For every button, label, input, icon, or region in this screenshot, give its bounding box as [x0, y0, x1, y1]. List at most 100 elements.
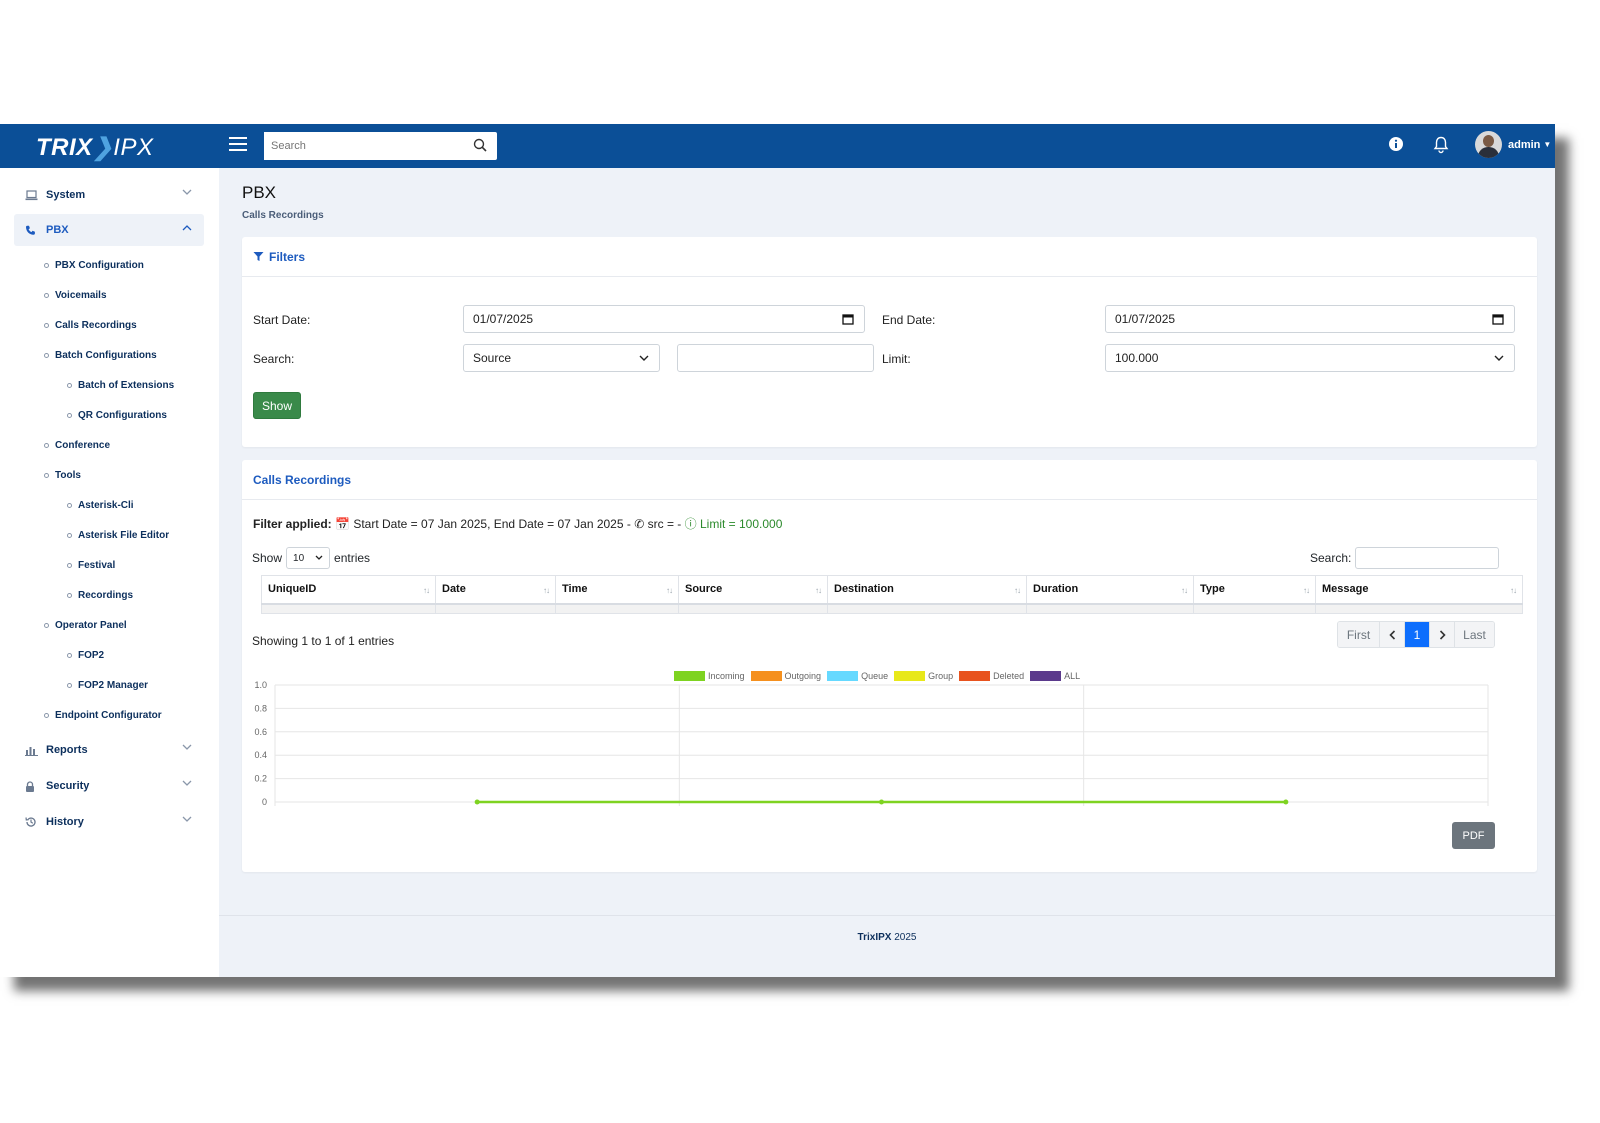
- sidebar-item-pbx[interactable]: PBX: [14, 214, 204, 246]
- recordings-table: UniqueID ↑↓ Date ↑↓ Time ↑↓ Source ↑↓ Destin…: [261, 575, 1523, 614]
- column-header[interactable]: Type ↑↓: [1193, 575, 1316, 605]
- sidebar-item-festival[interactable]: Festival: [67, 560, 115, 571]
- end-date-label: End Date:: [882, 313, 936, 327]
- legend-item[interactable]: ALL: [1030, 671, 1080, 681]
- breadcrumb: Calls Recordings: [242, 210, 324, 221]
- sidebar-item-batch-configurations[interactable]: Batch Configurations: [44, 350, 157, 361]
- entries-select[interactable]: 10: [286, 547, 331, 569]
- sidebar-item-operator-panel[interactable]: Operator Panel: [44, 620, 127, 631]
- legend-item[interactable]: Incoming: [674, 671, 745, 681]
- sidebar-item-batch-of-extensions[interactable]: Batch of Extensions: [67, 380, 174, 391]
- column-header[interactable]: Time ↑↓: [555, 575, 679, 605]
- sidebar-item-fop2[interactable]: FOP2: [67, 650, 104, 661]
- history-icon: [25, 816, 39, 828]
- lock-icon: [25, 780, 39, 792]
- table-search: Search:: [1310, 547, 1500, 569]
- sidebar-item-recordings[interactable]: Recordings: [67, 590, 133, 601]
- data-point: [879, 799, 884, 805]
- legend-item[interactable]: Group: [894, 671, 953, 681]
- table-search-input[interactable]: [1355, 547, 1500, 569]
- trixipx-logo[interactable]: TRIX❯IPX: [36, 133, 153, 162]
- y-tick-label: 0: [262, 797, 267, 807]
- limit-select[interactable]: 100.000: [1105, 344, 1515, 372]
- info-icon[interactable]: [1388, 136, 1404, 157]
- recordings-card: Calls Recordings Filter applied: 📅 Start…: [242, 460, 1537, 872]
- sidebar-item-reports[interactable]: Reports: [14, 734, 204, 766]
- user-name: admin: [1508, 138, 1541, 151]
- search-input[interactable]: [264, 132, 454, 160]
- chevron-down-icon: [639, 355, 649, 361]
- column-header[interactable]: UniqueID ↑↓: [261, 575, 436, 605]
- avatar: [1475, 131, 1502, 158]
- sidebar-item-conference[interactable]: Conference: [44, 440, 110, 451]
- global-search: [264, 132, 497, 160]
- filters-card: Filters Start Date: 01/07/2025 End Date:…: [242, 237, 1537, 447]
- column-header[interactable]: Destination ↑↓: [827, 575, 1027, 605]
- sidebar-label: System: [46, 189, 86, 201]
- legend-item[interactable]: Deleted: [959, 671, 1024, 681]
- sidebar-item-asterisk-file-editor[interactable]: Asterisk File Editor: [67, 530, 169, 541]
- filter-icon: [253, 252, 264, 261]
- column-header[interactable]: Date ↑↓: [435, 575, 556, 605]
- column-header[interactable]: Source ↑↓: [678, 575, 828, 605]
- page-button[interactable]: 1: [1405, 622, 1430, 647]
- column-header[interactable]: Duration ↑↓: [1026, 575, 1194, 605]
- data-point: [474, 799, 480, 805]
- sidebar-item-security[interactable]: Security: [14, 770, 204, 802]
- sidebar-item-fop2-manager[interactable]: FOP2 Manager: [67, 680, 148, 691]
- sidebar-item-tools[interactable]: Tools: [44, 470, 81, 481]
- sidebar-item-endpoint-configurator[interactable]: Endpoint Configurator: [44, 710, 162, 721]
- calendar-icon: 📅: [335, 517, 350, 531]
- end-date-input[interactable]: 01/07/2025: [1105, 305, 1515, 333]
- y-tick-label: 0.6: [254, 727, 267, 737]
- legend-label: Incoming: [708, 671, 745, 681]
- start-date-label: Start Date:: [253, 313, 311, 327]
- y-tick-label: 0.2: [254, 774, 267, 784]
- y-tick-label: 0.8: [254, 703, 267, 713]
- sidebar-item-voicemails[interactable]: Voicemails: [44, 290, 107, 301]
- chevron-down-icon: [182, 780, 192, 786]
- sidebar-item-history[interactable]: History: [14, 806, 204, 838]
- page-title: PBX: [242, 183, 277, 202]
- legend-label: Deleted: [993, 671, 1025, 681]
- prev-page-button[interactable]: [1380, 622, 1405, 647]
- sidebar-label: PBX: [46, 224, 69, 236]
- calendar-icon[interactable]: [842, 313, 854, 325]
- user-menu[interactable]: admin ▼: [1475, 131, 1551, 158]
- legend-item[interactable]: Outgoing: [750, 671, 821, 681]
- start-date-value: 01/07/2025: [473, 312, 534, 326]
- sidebar-item-system[interactable]: System: [14, 179, 204, 211]
- y-tick-label: 1.0: [254, 680, 267, 690]
- legend-swatch: [674, 671, 705, 681]
- info-icon: ⓘ: [684, 517, 697, 531]
- chevron-down-icon: [182, 816, 192, 822]
- end-date-value: 01/07/2025: [1115, 312, 1176, 326]
- filters-header[interactable]: Filters: [242, 237, 1537, 277]
- legend-swatch: [1030, 671, 1062, 681]
- search-field-select[interactable]: Source: [463, 344, 660, 372]
- calendar-icon[interactable]: [1492, 313, 1504, 325]
- legend-swatch: [894, 671, 926, 681]
- chevron-left-icon: [1388, 629, 1395, 640]
- legend-swatch: [827, 671, 859, 681]
- bell-icon[interactable]: [1433, 136, 1449, 159]
- show-button[interactable]: Show: [253, 392, 301, 419]
- sidebar-item-asterisk-cli[interactable]: Asterisk-Cli: [67, 500, 134, 511]
- pagination: First 1 Last: [1337, 621, 1495, 648]
- search-text-input[interactable]: [677, 344, 874, 372]
- last-page-button[interactable]: Last: [1455, 622, 1494, 647]
- column-header[interactable]: Message ↑↓: [1315, 575, 1523, 605]
- search-icon[interactable]: [473, 138, 487, 157]
- legend-item[interactable]: Queue: [827, 671, 888, 681]
- hamburger-menu-icon[interactable]: [229, 137, 247, 155]
- sidebar-item-qr-configurations[interactable]: QR Configurations: [67, 410, 167, 421]
- legend-label: Queue: [861, 671, 889, 681]
- limit-label: Limit:: [882, 352, 911, 366]
- sidebar-item-pbx-configuration[interactable]: PBX Configuration: [44, 260, 144, 271]
- next-page-button[interactable]: [1430, 622, 1455, 647]
- start-date-input[interactable]: 01/07/2025: [463, 305, 865, 333]
- first-page-button[interactable]: First: [1338, 622, 1380, 647]
- chevron-down-icon: [1494, 355, 1504, 361]
- sidebar-item-calls-recordings[interactable]: Calls Recordings: [44, 320, 137, 331]
- pdf-button[interactable]: PDF: [1452, 822, 1495, 849]
